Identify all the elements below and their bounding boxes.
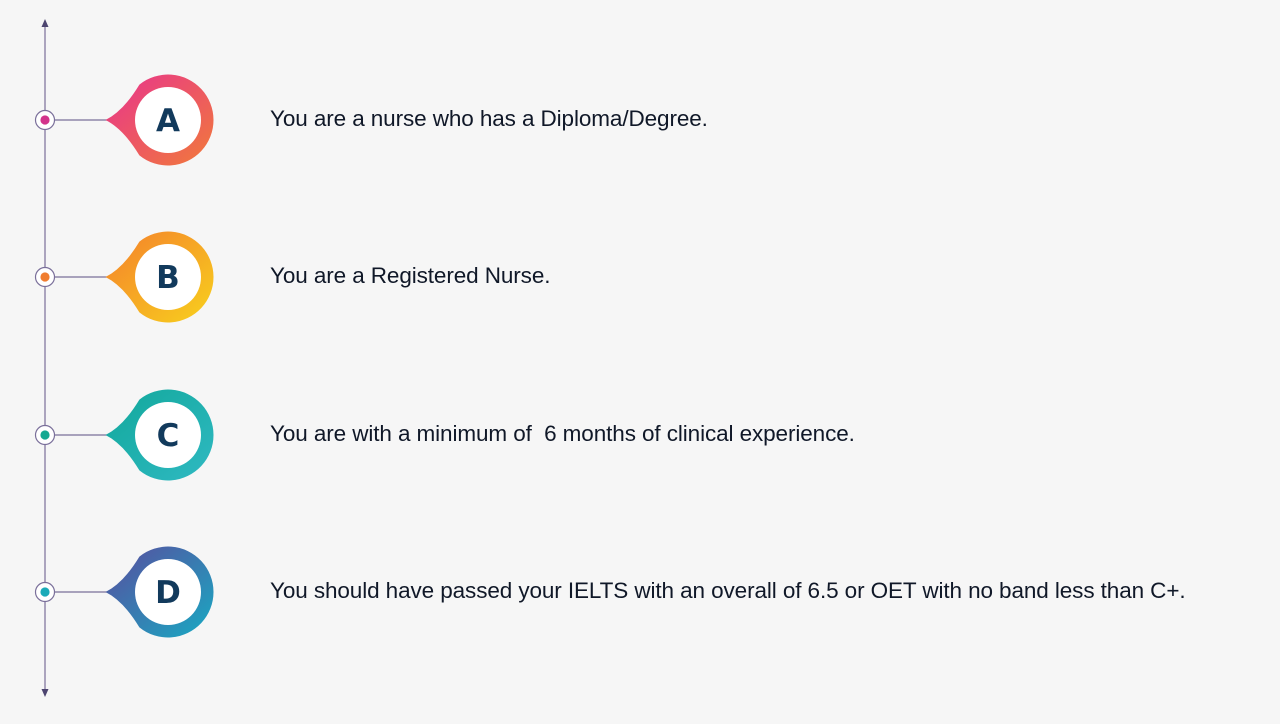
timeline-node-a: A	[34, 74, 214, 166]
badge-letter-a: A	[156, 103, 180, 139]
timeline-arrow-down-icon	[41, 689, 49, 697]
node-dot	[40, 115, 50, 125]
node-dot	[40, 272, 50, 282]
badge-letter-b: B	[156, 260, 180, 296]
badge-letter-d: D	[155, 575, 181, 611]
badge-letter-c: C	[157, 418, 180, 454]
timeline-node-c: C	[34, 389, 214, 481]
timeline-node-d: D	[34, 546, 214, 638]
requirement-text-a: You are a nurse who has a Diploma/Degree…	[270, 106, 708, 131]
requirement-text-d: You should have passed your IELTS with a…	[270, 578, 1186, 603]
timeline-node-b: B	[34, 231, 214, 323]
node-dot	[40, 587, 50, 597]
node-dot	[40, 430, 50, 440]
requirement-text-c: You are with a minimum of 6 months of cl…	[270, 421, 855, 446]
timeline-arrow-up-icon	[41, 19, 49, 27]
requirement-text-b: You are a Registered Nurse.	[270, 263, 551, 288]
